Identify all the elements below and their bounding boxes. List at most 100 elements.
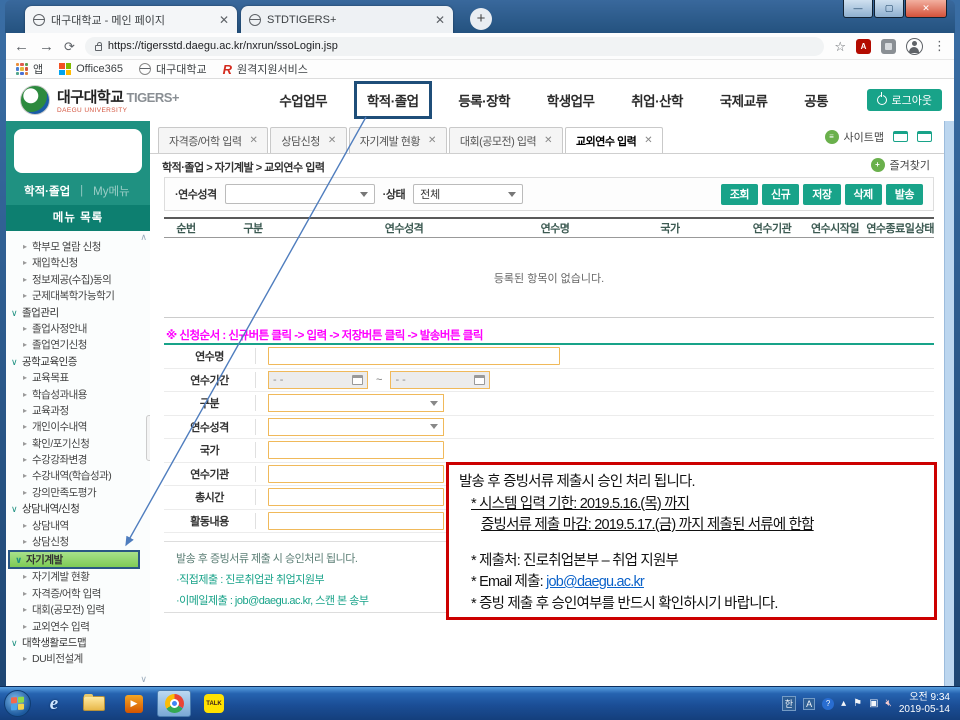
start-button[interactable]: [4, 690, 31, 717]
url-bar[interactable]: https://tigersstd.daegu.ac.kr/nxrun/ssoL…: [85, 37, 824, 56]
table-column-header[interactable]: 연수기관: [740, 220, 804, 236]
table-column-header[interactable]: 구분: [208, 220, 298, 236]
sidebar-menu-item[interactable]: 대학생활로드맵: [6, 635, 150, 651]
organization-input[interactable]: [268, 465, 444, 483]
ime-latin-indicator[interactable]: A: [803, 698, 815, 710]
bookmark-daegu-univ[interactable]: 대구대학교: [139, 61, 207, 77]
action-center-flag-icon[interactable]: ⚑: [853, 698, 862, 709]
window-close-all-icon[interactable]: [917, 131, 932, 142]
favorite-link[interactable]: + 즐겨찾기: [871, 157, 930, 173]
sidebar-menu-item[interactable]: 학습성과내용: [6, 387, 150, 403]
training-name-input[interactable]: [268, 347, 560, 365]
apps-bookmark[interactable]: 앱: [16, 61, 43, 77]
nature-select[interactable]: [225, 184, 375, 204]
sidebar-menu-item[interactable]: 교육과정: [6, 403, 150, 419]
bookmark-remote-support[interactable]: R 원격지원서비스: [223, 61, 308, 77]
table-column-header[interactable]: 연수종료일: [866, 220, 915, 236]
maximize-button[interactable]: ▢: [874, 0, 904, 18]
global-nav-item[interactable]: 국제교류: [710, 84, 778, 116]
refresh-icon[interactable]: ⟳: [64, 40, 75, 53]
sidebar-menu-item[interactable]: 재입학신청: [6, 255, 150, 271]
global-nav-item[interactable]: 수업업무: [269, 84, 337, 116]
sidebar-menu-item[interactable]: 상담신청: [6, 534, 150, 550]
sidebar-menu-item[interactable]: 졸업사정안내: [6, 321, 150, 337]
sidebar-tab-mymenu[interactable]: My메뉴: [93, 183, 130, 199]
taskbar-internet-explorer[interactable]: e: [37, 690, 71, 717]
table-column-header[interactable]: 상태: [915, 220, 934, 236]
country-input[interactable]: [268, 441, 444, 459]
sidebar-menu-item[interactable]: 확인/포기신청: [6, 436, 150, 452]
end-date-input[interactable]: - -: [390, 371, 490, 389]
start-date-input[interactable]: - -: [268, 371, 368, 389]
back-icon[interactable]: ←: [14, 39, 29, 54]
total-hours-input[interactable]: [268, 488, 444, 506]
bookmark-office365[interactable]: Office365: [59, 63, 123, 75]
global-nav-item[interactable]: 취업·산학: [621, 84, 693, 116]
activity-input[interactable]: [268, 512, 444, 530]
taskbar-file-explorer[interactable]: [77, 690, 111, 717]
sidebar-menu-item[interactable]: DU비전설계: [6, 651, 150, 667]
workspace-tab[interactable]: 대회(공모전) 입력 ✕: [449, 127, 563, 153]
sitemap-link[interactable]: ≡ 사이트맵: [825, 129, 884, 145]
status-select[interactable]: 전체: [413, 184, 523, 204]
close-button[interactable]: ✕: [905, 0, 947, 18]
action-button[interactable]: 저장: [803, 184, 840, 205]
workspace-tab[interactable]: 상담신청 ✕: [270, 127, 346, 153]
workspace-tab[interactable]: 자격증/어학 입력 ✕: [158, 127, 268, 153]
sidebar-menu-item[interactable]: 자격증/어학 입력: [6, 586, 150, 602]
email-link[interactable]: job@daegu.ac.kr: [546, 574, 644, 590]
help-tray-icon[interactable]: ?: [822, 698, 834, 710]
taskbar-chrome-active[interactable]: [157, 690, 191, 717]
taskbar-media-player[interactable]: ▶: [117, 690, 151, 717]
sidebar-tab-active[interactable]: 학적·졸업: [6, 183, 70, 199]
bookmark-star-icon[interactable]: ☆: [834, 40, 846, 53]
sidebar-menu-item[interactable]: 상담내역/신청: [6, 501, 150, 517]
nature-form-select[interactable]: [268, 418, 444, 436]
pdf-extension-icon[interactable]: A: [856, 39, 871, 54]
global-nav-item[interactable]: 학적·졸업: [354, 81, 432, 119]
profile-avatar-icon[interactable]: [906, 38, 923, 55]
network-icon[interactable]: ▣: [869, 698, 878, 709]
minimize-button[interactable]: —: [843, 0, 873, 18]
table-column-header[interactable]: 순번: [164, 220, 208, 236]
browser-tab-2[interactable]: STDTIGERS+ ✕: [241, 6, 453, 33]
table-column-header[interactable]: 연수성격: [298, 220, 510, 236]
ime-korean-indicator[interactable]: 한: [782, 696, 796, 711]
taskbar-clock[interactable]: 오전 9:34 2019-05-14: [899, 692, 956, 716]
workspace-tab[interactable]: 자기계발 현황 ✕: [349, 127, 447, 153]
sidebar-menu-item[interactable]: 교육목표: [6, 370, 150, 386]
action-button[interactable]: 조회: [721, 184, 758, 205]
table-column-header[interactable]: 연수명: [510, 220, 600, 236]
tab-close-icon[interactable]: ✕: [435, 13, 445, 27]
sidebar-menu-item[interactable]: 졸업연기신청: [6, 337, 150, 353]
global-nav-item[interactable]: 학생업무: [537, 84, 605, 116]
scroll-down-icon[interactable]: ∨: [140, 674, 147, 685]
show-hidden-icons[interactable]: ▴: [841, 698, 846, 709]
tab-close-icon[interactable]: ✕: [219, 13, 229, 27]
sidebar-menu-item[interactable]: 정보제공(수집)동의: [6, 272, 150, 288]
page-scrollbar[interactable]: [944, 121, 954, 686]
window-layout-icon[interactable]: [893, 131, 908, 142]
new-tab-button[interactable]: +: [470, 8, 492, 30]
table-column-header[interactable]: 연수시작일: [804, 220, 866, 236]
volume-muted-icon[interactable]: 🔇︎: [886, 698, 892, 709]
sidebar-menu-item[interactable]: 수강강좌변경: [6, 452, 150, 468]
browser-tab-1[interactable]: 대구대학교 - 메인 페이지 ✕: [25, 6, 237, 33]
forward-icon[interactable]: →: [39, 39, 54, 54]
sidebar-menu-item[interactable]: 자기계발 현황: [6, 569, 150, 585]
sidebar-menu-item[interactable]: 군제대복학가능학기: [6, 288, 150, 304]
tab-close-icon[interactable]: ✕: [544, 135, 552, 146]
tab-close-icon[interactable]: ✕: [428, 135, 436, 146]
workspace-tab[interactable]: 교외연수 입력 ✕: [565, 127, 663, 153]
sidebar-menu-item[interactable]: 자기계발: [8, 550, 140, 569]
global-nav-item[interactable]: 등록·장학: [448, 84, 520, 116]
action-button[interactable]: 삭제: [845, 184, 882, 205]
logout-button[interactable]: 로그아웃: [867, 89, 942, 111]
sidebar-menu-item[interactable]: 공학교육인증: [6, 354, 150, 370]
global-nav-item[interactable]: 공통: [794, 84, 838, 116]
university-logo[interactable]: 대구대학교TIGERS+ DAEGU UNIVERSITY: [6, 85, 241, 115]
sidebar-menu-item[interactable]: 학부모 열람 신청: [6, 239, 150, 255]
sidebar-menu-item[interactable]: 대회(공모전) 입력: [6, 602, 150, 618]
sidebar-menu-item[interactable]: 상담내역: [6, 518, 150, 534]
calendar-icon[interactable]: [352, 375, 363, 385]
